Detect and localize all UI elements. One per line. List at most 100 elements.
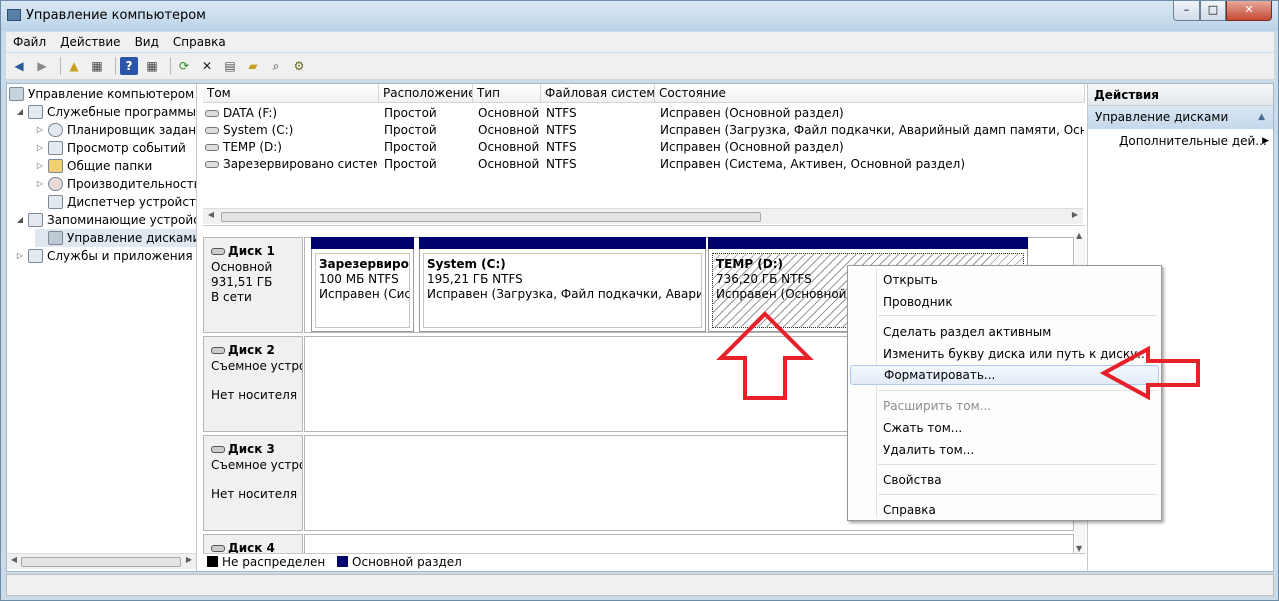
partition-system[interactable]: System (C:) 195,21 ГБ NTFS Исправен (Заг…	[419, 237, 706, 332]
tree-item-system-tools[interactable]: ◢ Служебные программы	[15, 103, 196, 121]
tree-root[interactable]: Управление компьютером (л	[9, 85, 196, 103]
scroll-up-icon[interactable]: ▲	[1076, 231, 1082, 240]
more-actions-item[interactable]: Дополнительные дей... ▶	[1088, 129, 1273, 153]
clock-icon	[48, 123, 63, 137]
volume-status: Исправен (Загрузка, Файл подкачки, Авари…	[660, 123, 1084, 137]
tree-horizontal-scrollbar[interactable]: ◀ ▶	[7, 553, 196, 569]
partition-status: Исправен (Систе	[319, 287, 409, 301]
volume-icon	[205, 127, 219, 134]
scroll-right-icon[interactable]: ▶	[1069, 210, 1081, 219]
tree-item-performance[interactable]: ▷ Производительность	[35, 175, 197, 193]
help-icon[interactable]: ?	[120, 57, 138, 75]
maximize-button[interactable]: □	[1200, 1, 1226, 21]
partition-name: Зарезервирова	[319, 257, 409, 271]
delete-icon[interactable]: ✕	[198, 57, 216, 75]
tree-item-task-scheduler[interactable]: ▷ Планировщик заданий	[35, 121, 197, 139]
menu-item-help[interactable]: Справка	[850, 500, 1159, 520]
disk-3-label[interactable]: Диск 3 Съемное устро Нет носителя	[203, 435, 303, 531]
disk-status: Нет носителя	[211, 388, 298, 402]
column-header-filesystem[interactable]: Файловая система	[541, 84, 655, 103]
column-header-type[interactable]: Тип	[473, 84, 541, 103]
context-menu: Открыть Проводник Сделать раздел активны…	[847, 265, 1162, 521]
actions-section-disk-management[interactable]: Управление дисками ▲	[1088, 106, 1273, 129]
close-button[interactable]: ✕	[1226, 1, 1272, 21]
menu-item-open[interactable]: Открыть	[850, 270, 1159, 290]
search-icon[interactable]: ⌕	[267, 57, 285, 75]
forward-icon[interactable]: ▶	[33, 57, 51, 75]
tree-item-device-manager[interactable]: Диспетчер устройств	[35, 193, 196, 211]
menu-view[interactable]: Вид	[128, 35, 166, 49]
column-header-volume[interactable]: Том	[203, 84, 379, 103]
menu-file[interactable]: Файл	[6, 35, 53, 49]
window-title: Управление компьютером	[26, 8, 206, 23]
open-folder-icon[interactable]: ▰	[244, 57, 262, 75]
menu-item-format[interactable]: Форматировать...	[850, 365, 1159, 385]
tree-item-storage[interactable]: ◢ Запоминающие устройст	[15, 211, 197, 229]
show-hide-tree-icon[interactable]: ▦	[88, 57, 106, 75]
menu-item-properties[interactable]: Свойства	[850, 470, 1159, 490]
volume-layout: Простой	[384, 106, 437, 120]
menu-bar: Файл Действие Вид Справка	[6, 32, 1274, 52]
tree-item-label: Производительность	[67, 177, 197, 191]
volume-filesystem: NTFS	[546, 140, 577, 154]
collapse-up-icon[interactable]: ▲	[1258, 106, 1265, 128]
expand-icon[interactable]: ▷	[35, 175, 45, 193]
scroll-left-icon[interactable]: ◀	[205, 210, 217, 219]
scroll-thumb[interactable]	[221, 212, 761, 222]
partition-reserved[interactable]: Зарезервирова 100 МБ NTFS Исправен (Сист…	[311, 237, 414, 332]
tree-item-label: Планировщик заданий	[67, 123, 197, 137]
scroll-right-icon[interactable]: ▶	[183, 555, 195, 564]
tree-item-services[interactable]: ▷ Службы и приложения	[15, 247, 193, 265]
tree-item-shared-folders[interactable]: ▷ Общие папки	[35, 157, 152, 175]
volume-type: Основной	[478, 157, 540, 171]
disk-2-label[interactable]: Диск 2 Съемное устро Нет носителя	[203, 336, 303, 432]
scroll-thumb[interactable]	[21, 557, 181, 567]
disk-status: Нет носителя	[211, 487, 298, 501]
settings-icon[interactable]: ⚙	[290, 57, 308, 75]
partition-status: Исправен (Загрузка, Файл подкачки, Авари…	[427, 287, 701, 301]
volume-filesystem: NTFS	[546, 106, 577, 120]
navigation-tree: Управление компьютером (л ◢ Служебные пр…	[7, 84, 197, 571]
menu-help[interactable]: Справка	[166, 35, 233, 49]
menu-item-shrink[interactable]: Сжать том...	[850, 418, 1159, 438]
volume-name: TEMP (D:)	[223, 140, 282, 154]
menu-item-mark-active[interactable]: Сделать раздел активным	[850, 322, 1159, 342]
volume-horizontal-scrollbar[interactable]: ◀ ▶	[203, 208, 1083, 224]
collapse-icon[interactable]: ◢	[15, 211, 25, 229]
menu-item-change-letter[interactable]: Изменить букву диска или путь к диску...	[850, 344, 1159, 364]
column-header-layout[interactable]: Расположение	[379, 84, 473, 103]
volume-layout: Простой	[384, 123, 437, 137]
up-folder-icon[interactable]: ▲	[65, 57, 83, 75]
properties-icon[interactable]: ▤	[221, 57, 239, 75]
actions-section-label: Управление дисками	[1095, 110, 1229, 124]
tree-item-label: Запоминающие устройст	[47, 213, 197, 227]
volume-name: Зарезервировано системой	[223, 157, 377, 171]
tree-item-label: Службы и приложения	[47, 249, 193, 263]
volume-filesystem: NTFS	[546, 157, 577, 171]
menu-separator	[878, 315, 1157, 316]
back-icon[interactable]: ◀	[10, 57, 28, 75]
show-action-pane-icon[interactable]: ▦	[143, 57, 161, 75]
column-header-status[interactable]: Состояние	[655, 84, 1085, 103]
expand-icon[interactable]: ▷	[15, 247, 25, 265]
minimize-button[interactable]: –	[1173, 1, 1200, 21]
partition-size: 195,21 ГБ NTFS	[427, 272, 523, 286]
disk-4-label[interactable]: Диск 4	[203, 534, 303, 555]
expand-icon[interactable]: ▷	[35, 139, 45, 157]
tree-item-event-viewer[interactable]: ▷ Просмотр событий	[35, 139, 186, 157]
toolbar-separator	[115, 57, 116, 75]
disk-name: Диск 3	[228, 442, 275, 456]
refresh-icon[interactable]: ⟳	[175, 57, 193, 75]
tree-item-disk-management[interactable]: Управление дисками	[35, 229, 196, 247]
scroll-left-icon[interactable]: ◀	[8, 555, 20, 564]
disk-type: Основной	[211, 260, 273, 274]
menu-item-delete[interactable]: Удалить том...	[850, 440, 1159, 460]
scroll-down-icon[interactable]: ▼	[1076, 544, 1082, 553]
collapse-icon[interactable]: ◢	[15, 103, 25, 121]
menu-item-explore[interactable]: Проводник	[850, 292, 1159, 312]
expand-icon[interactable]: ▷	[35, 157, 45, 175]
legend-unallocated: Не распределен	[222, 555, 326, 569]
menu-action[interactable]: Действие	[53, 35, 127, 49]
expand-icon[interactable]: ▷	[35, 121, 45, 139]
disk-1-label[interactable]: Диск 1 Основной 931,51 ГБ В сети	[203, 237, 303, 333]
